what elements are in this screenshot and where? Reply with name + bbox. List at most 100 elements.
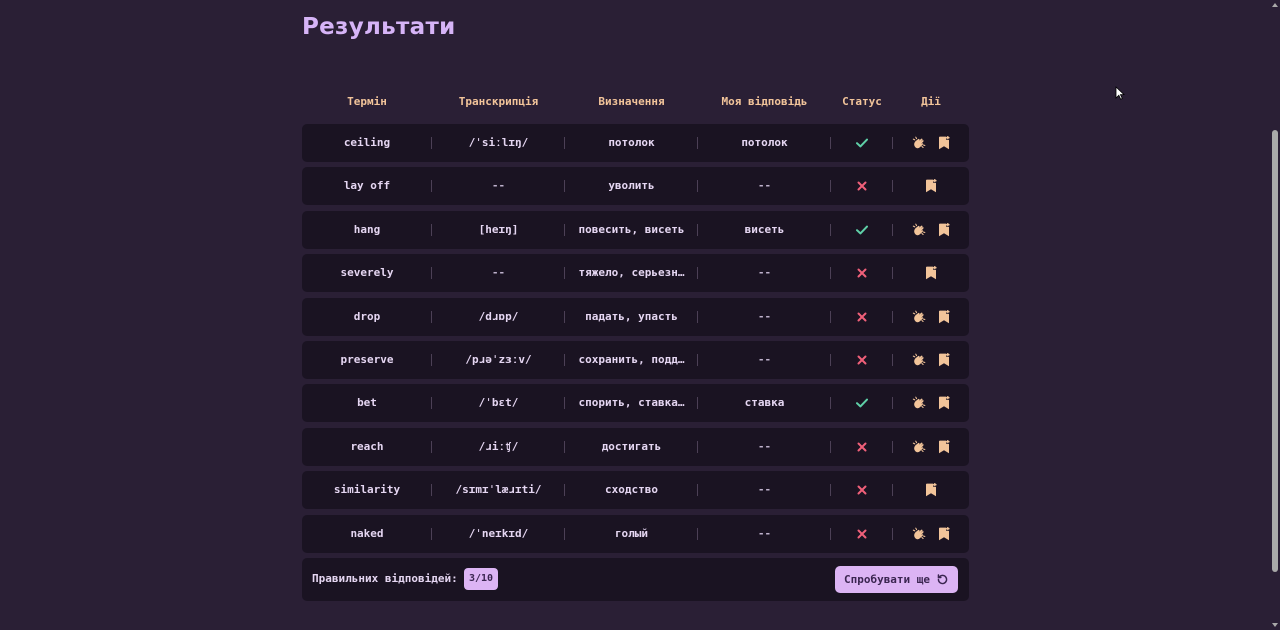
transcription-cell: -- [432,167,565,205]
cross-icon [857,312,867,322]
term-cell: drop [302,298,432,336]
term-cell: preserve [302,341,432,379]
term-cell: lay off [302,167,432,205]
scrollbar[interactable] [1270,0,1280,630]
bookmark-add-icon[interactable] [938,222,950,237]
header-my-answer: Моя відповідь [721,94,808,108]
term-cell: bet [302,384,432,422]
transcription-cell: /pɹəˈzɜːv/ [432,341,565,379]
transcription-cell: /ˈsiːlɪŋ/ [432,124,565,162]
term-cell: similarity [302,471,432,509]
results-footer: Правильних відповідей: 3/10 Спробувати щ… [302,558,969,601]
speaker-icon[interactable] [912,440,926,454]
definition-cell: потолок [565,124,698,162]
speaker-icon[interactable] [912,223,926,237]
speaker-icon[interactable] [912,136,926,150]
status-cell [831,167,893,205]
scrollbar-thumb[interactable] [1272,130,1278,572]
table-row: reach/ɹiːʧ/достигать -- [302,427,969,466]
bookmark-add-icon[interactable] [938,396,950,410]
score-label: Правильних відповідей: [312,572,458,585]
header-definition: Визначення [598,94,665,108]
status-cell [831,515,893,553]
my-answer-cell: -- [698,341,831,379]
retry-button[interactable]: Спробувати ще [835,566,958,593]
term-cell: hang [302,211,432,249]
status-cell [831,471,893,509]
speaker-icon[interactable] [912,353,926,367]
definition-cell: тяжело, серьезн… [565,254,698,292]
header-transcription: Транскрипція [458,94,539,108]
transcription-cell: /ˈbɛt/ [432,384,565,422]
check-icon [856,398,868,408]
term-cell: naked [302,515,432,553]
transcription-cell: -- [432,254,565,292]
bookmark-add-icon[interactable] [938,309,950,324]
definition-cell: спорить, ставка… [565,384,698,422]
actions-cell [893,124,969,162]
status-cell [831,124,893,162]
table-row: preserve/pɹəˈzɜːv/сохранить, подд… -- [302,341,969,379]
retry-icon [936,573,949,586]
my-answer-cell: -- [698,428,831,466]
actions-cell [893,428,969,466]
my-answer-cell: -- [698,254,831,292]
scroll-up-arrow-icon[interactable] [1272,3,1278,7]
definition-cell: повесить, висеть [565,211,698,249]
status-cell [831,298,893,336]
bookmark-add-icon[interactable] [938,353,950,367]
mouse-cursor-icon [1115,85,1126,104]
transcription-cell: /dɹɒp/ [432,298,565,336]
transcription-cell: /ɹiːʧ/ [432,428,565,466]
cross-icon [857,529,867,539]
results-table: Термін Транскрипція Визначення Моя відпо… [302,90,969,553]
my-answer-cell: ставка [698,384,831,422]
transcription-cell: /sɪmɪˈlæɹɪti/ [432,471,565,509]
cross-icon [857,268,867,278]
bookmark-add-icon[interactable] [925,483,937,497]
table-row: lay off -- уволить -- [302,167,969,206]
speaker-icon[interactable] [912,527,926,541]
check-icon [856,138,868,148]
term-cell: severely [302,254,432,292]
term-cell: ceiling [302,124,432,162]
check-icon [856,225,868,235]
status-cell [831,211,893,249]
my-answer-cell: -- [698,298,831,336]
actions-cell [893,298,969,336]
definition-cell: голый [565,515,698,553]
my-answer-cell: -- [698,167,831,205]
my-answer-cell: потолок [698,124,831,162]
cross-icon [857,181,867,191]
status-cell [831,384,893,422]
actions-cell [893,341,969,379]
table-header: Термін Транскрипція Визначення Моя відпо… [302,90,969,112]
transcription-cell: /ˈneɪkɪd/ [432,515,565,553]
my-answer-cell: -- [698,515,831,553]
table-row: drop/dɹɒp/падать, упасть -- [302,297,969,336]
speaker-icon[interactable] [912,396,926,410]
speaker-icon[interactable] [912,310,926,324]
table-row: bet/ˈbɛt/спорить, ставка… ставка [302,384,969,423]
term-cell: reach [302,428,432,466]
cross-icon [857,355,867,365]
table-row: hang [heɪŋ] повесить, висеть висеть [302,210,969,249]
header-term: Термін [347,94,387,108]
scroll-down-arrow-icon[interactable] [1272,623,1278,627]
actions-cell [893,384,969,422]
bookmark-add-icon[interactable] [925,266,937,280]
transcription-cell: [heɪŋ] [432,211,565,249]
bookmark-add-icon[interactable] [938,439,950,454]
bookmark-add-icon[interactable] [925,179,937,193]
bookmark-add-icon[interactable] [938,136,950,150]
my-answer-cell: -- [698,471,831,509]
cross-icon [857,442,867,452]
table-row: ceiling/ˈsiːlɪŋ/потолок потолок [302,124,969,162]
definition-cell: сохранить, подд… [565,341,698,379]
retry-label: Спробувати ще [843,573,931,586]
header-actions: Дії [921,94,941,108]
status-cell [831,254,893,292]
bookmark-add-icon[interactable] [938,526,950,541]
actions-cell [893,515,969,553]
definition-cell: падать, упасть [565,298,698,336]
